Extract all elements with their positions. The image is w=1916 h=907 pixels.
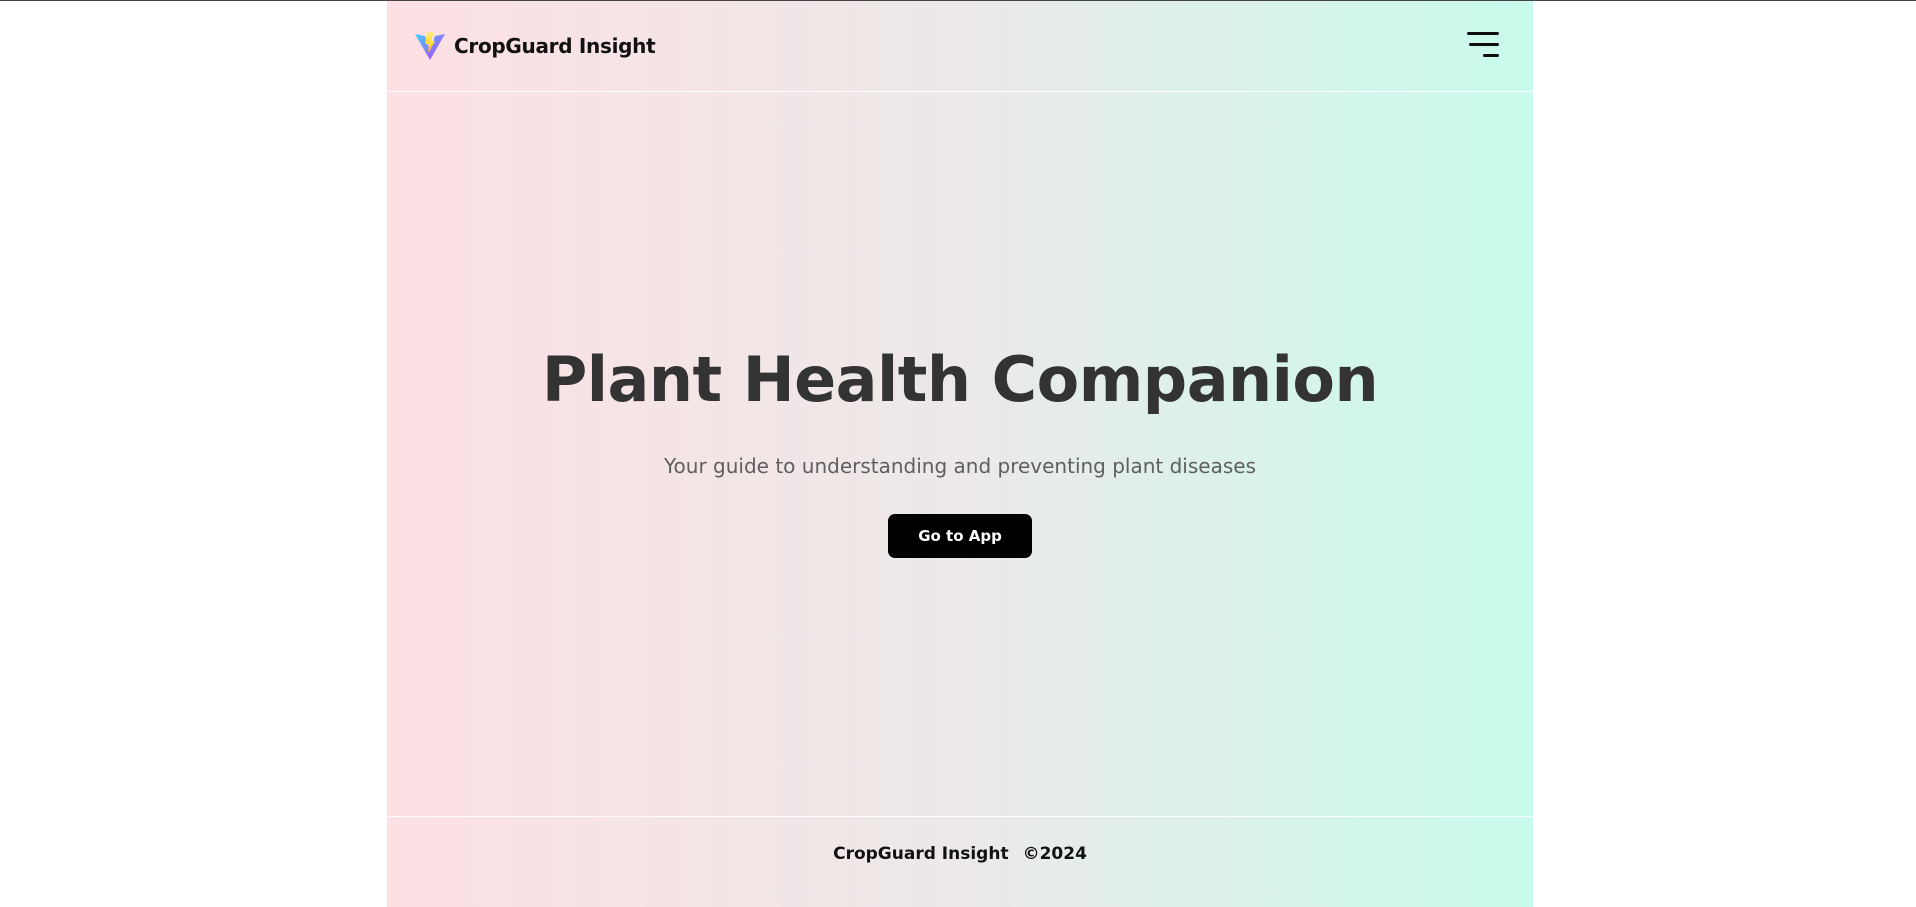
footer-brand-name: CropGuard Insight (833, 843, 1009, 864)
top-navbar: CropGuard Insight (387, 1, 1533, 92)
menu-line (1469, 43, 1499, 46)
hero-title: Plant Health Companion (541, 343, 1379, 416)
footer-text: CropGuard Insight ©2024 (833, 844, 1087, 864)
menu-line (1483, 54, 1499, 57)
hero-subtitle: Your guide to understanding and preventi… (664, 454, 1256, 478)
hero-section: Plant Health Companion Your guide to und… (387, 92, 1533, 816)
footer-copyright: ©2024 (1022, 843, 1087, 864)
app-container: CropGuard Insight Plant Health Companion… (387, 1, 1533, 907)
brand-name: CropGuard Insight (454, 34, 656, 58)
page-footer: CropGuard Insight ©2024 (387, 816, 1533, 907)
menu-line (1467, 32, 1499, 35)
vite-logo-icon (415, 32, 445, 60)
hamburger-menu-icon[interactable] (1465, 29, 1499, 61)
brand-link[interactable]: CropGuard Insight (414, 31, 656, 61)
go-to-app-button[interactable]: Go to App (888, 514, 1032, 558)
